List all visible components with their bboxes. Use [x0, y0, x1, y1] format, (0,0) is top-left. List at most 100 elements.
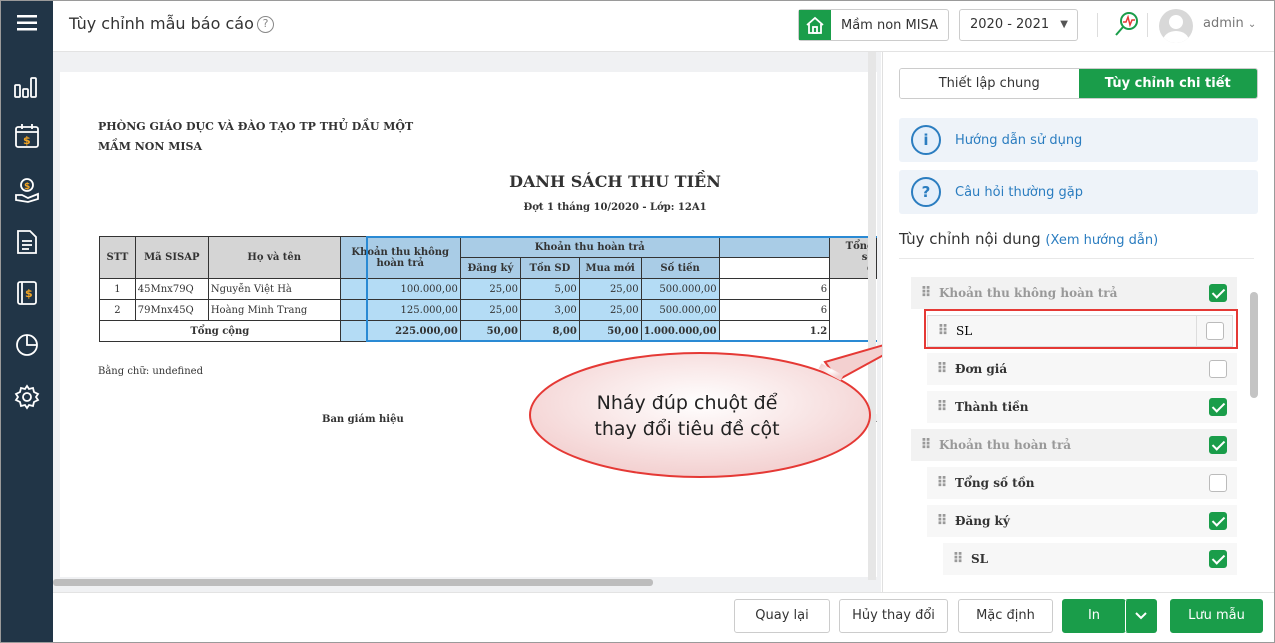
cell-ma: 45Mnx79Q: [134, 278, 209, 300]
section-title-text: Tùy chỉnh nội dung: [899, 230, 1041, 248]
calendar-money-icon[interactable]: $: [0, 116, 53, 156]
hand-money-icon[interactable]: $: [0, 170, 53, 210]
help-icon[interactable]: ?: [257, 16, 274, 33]
table-row: 2 79Mnx45Q Hoàng Minh Trang 125.000,00 2…: [99, 299, 877, 321]
cell-ten: Hoàng Minh Trang: [207, 299, 341, 321]
checkbox[interactable]: [1209, 284, 1227, 302]
cell-so-tien: 500.000,00: [640, 299, 720, 321]
callout-line1: Nháy đúp chuột để: [596, 392, 778, 414]
document-icon[interactable]: [0, 222, 53, 262]
tree-item-sl-editing[interactable]: ⠿: [927, 315, 1233, 347]
col-mua-moi[interactable]: Mua mới: [578, 257, 642, 279]
cell-ma: 79Mnx45Q: [134, 299, 209, 321]
print-button[interactable]: In: [1062, 599, 1126, 633]
total-label: Tổng cộng: [99, 320, 341, 342]
panel-vertical-scrollbar[interactable]: [1250, 292, 1258, 398]
divider: [1147, 13, 1148, 37]
user-menu[interactable]: admin ⌄: [1203, 16, 1256, 31]
col-stt[interactable]: STT: [99, 236, 136, 279]
drag-handle-icon[interactable]: ⠿: [927, 475, 955, 491]
tab-general[interactable]: Thiết lập chung: [900, 69, 1079, 98]
guide-card[interactable]: i Hướng dẫn sử dụng: [899, 118, 1258, 162]
tree-item-label: Đơn giá: [955, 362, 1008, 376]
settings-icon[interactable]: [0, 377, 53, 417]
column-title-input[interactable]: [956, 324, 1196, 338]
back-button[interactable]: Quay lại: [734, 599, 830, 633]
settings-tabs: Thiết lập chung Tùy chỉnh chi tiết: [899, 68, 1258, 99]
drag-handle-icon[interactable]: ⠿: [927, 399, 955, 415]
tree-item-dang-ky[interactable]: ⠿ Đăng ký: [927, 505, 1237, 537]
col-khoan-khong-hoan-tra[interactable]: Khoản thu không hoàn trả: [339, 236, 461, 279]
section-guide-link[interactable]: (Xem hướng dẫn): [1045, 233, 1158, 248]
tab-detail[interactable]: Tùy chỉnh chi tiết: [1078, 69, 1257, 98]
checkbox[interactable]: [1209, 360, 1227, 378]
tree-item-khoan-khong-hoan-tra[interactable]: ⠿ Khoản thu không hoàn trả: [911, 277, 1237, 309]
report-table: STT Mã SISAP Họ và tên Khoản thu không h…: [99, 236, 877, 342]
tree-item-thanh-tien[interactable]: ⠿ Thành tiền: [927, 391, 1237, 423]
col-dang-ky[interactable]: Đăng ký: [459, 257, 521, 279]
checkbox[interactable]: [1209, 436, 1227, 454]
save-template-button[interactable]: Lưu mẫu: [1170, 599, 1263, 633]
checkbox[interactable]: [1209, 550, 1227, 568]
drag-handle-icon[interactable]: ⠿: [927, 361, 955, 377]
tree-item-label: Đăng ký: [955, 514, 1010, 528]
col-ho-ten[interactable]: Họ và tên: [207, 236, 341, 279]
content-section-title: Tùy chỉnh nội dung (Xem hướng dẫn): [899, 230, 1158, 248]
book-money-icon[interactable]: $: [0, 273, 53, 313]
print-options-button[interactable]: [1125, 599, 1157, 633]
drag-handle-icon[interactable]: ⠿: [927, 513, 955, 529]
col-ma-sisap[interactable]: Mã SISAP: [134, 236, 209, 279]
drag-handle-icon[interactable]: ⠿: [943, 551, 971, 567]
discard-changes-button[interactable]: Hủy thay đổi: [839, 599, 948, 633]
total-tong: 1.2: [718, 320, 831, 342]
left-nav-rail: $ $ $: [0, 0, 53, 643]
tree-item-tong-so-ton[interactable]: ⠿ Tổng số tồn: [927, 467, 1237, 499]
callout-text: Nháy đúp chuột để thay đổi tiêu đề cột: [572, 390, 802, 442]
home-icon: [799, 10, 831, 40]
guide-link[interactable]: Hướng dẫn sử dụng: [955, 133, 1082, 148]
tree-item-dang-ky-sl[interactable]: ⠿ SL: [943, 543, 1237, 575]
total-dang-ky: 50,00: [459, 320, 521, 342]
drag-handle-icon[interactable]: ⠿: [911, 437, 939, 453]
chart-icon[interactable]: [0, 67, 53, 107]
drag-handle-icon[interactable]: ⠿: [911, 285, 939, 301]
col-ton-sd[interactable]: Tồn SD: [519, 257, 580, 279]
activity-search-icon[interactable]: [1113, 10, 1141, 42]
chevron-down-icon: ▼: [1060, 19, 1068, 30]
column-tree: ⠿ Khoản thu không hoàn trả ⠿ ⠿ Đơn giá ⠿…: [899, 258, 1254, 576]
cell-so-tien: 500.000,00: [640, 278, 720, 300]
menu-icon[interactable]: [0, 3, 53, 43]
divider: [1097, 13, 1098, 37]
chevron-down-icon: [1135, 612, 1147, 620]
report-org-line2: MẦM NON MISA: [98, 140, 203, 153]
default-button[interactable]: Mặc định: [958, 599, 1053, 633]
avatar[interactable]: [1159, 9, 1193, 43]
faq-link[interactable]: Câu hỏi thường gặp: [955, 185, 1083, 200]
settings-panel: Thiết lập chung Tùy chỉnh chi tiết i Hướ…: [882, 52, 1275, 592]
cell-stt: 2: [99, 299, 136, 321]
col-so-tien[interactable]: Số tiền: [640, 257, 720, 279]
preview-vertical-scrollbar[interactable]: [868, 52, 876, 580]
checkbox[interactable]: [1209, 398, 1227, 416]
cell-dang-ky: 25,00: [459, 278, 521, 300]
tree-item-khoan-hoan-tra[interactable]: ⠿ Khoản thu hoàn trả: [911, 429, 1237, 461]
school-year-dropdown[interactable]: 2020 - 2021 ▼: [959, 9, 1078, 41]
col-khoan-hoan-tra[interactable]: Khoản thu hoàn trả: [459, 236, 720, 258]
tree-item-label: Khoản thu hoàn trả: [939, 438, 1072, 452]
preview-horizontal-scrollbar[interactable]: [53, 579, 653, 586]
drag-handle-icon[interactable]: ⠿: [928, 323, 956, 339]
checkbox[interactable]: [1209, 512, 1227, 530]
tree-item-label: Tổng số tồn: [955, 476, 1035, 490]
pie-chart-icon[interactable]: [0, 325, 53, 365]
school-selector[interactable]: Mầm non MISA: [798, 9, 949, 41]
tree-item-don-gia[interactable]: ⠿ Đơn giá: [927, 353, 1237, 385]
question-icon: ?: [911, 177, 941, 207]
checkbox[interactable]: [1209, 474, 1227, 492]
cell-tong: 6: [718, 278, 831, 300]
username: admin: [1203, 16, 1244, 31]
school-year-value: 2020 - 2021: [970, 17, 1050, 32]
faq-card[interactable]: ? Câu hỏi thường gặp: [899, 170, 1258, 214]
checkbox[interactable]: [1206, 322, 1224, 340]
total-so-tien: 1.000.000,00: [640, 320, 720, 342]
cell-mua-moi: 25,00: [578, 299, 642, 321]
